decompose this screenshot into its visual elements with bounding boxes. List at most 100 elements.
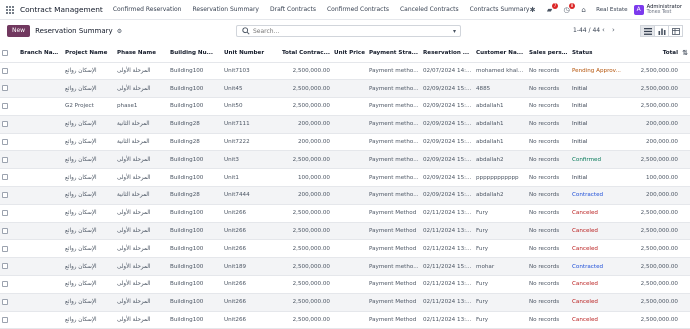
row-checkbox[interactable]	[0, 62, 18, 81]
column-header[interactable]: Total Contrac...	[279, 44, 332, 63]
search-bar: ▾	[236, 25, 461, 37]
table-row[interactable]: الإسكان روائع المرحلة الأولى Building100 Un…	[0, 293, 690, 312]
pager-next-icon[interactable]: ›	[612, 26, 615, 34]
cell-status: Initial	[570, 79, 630, 99]
table-row[interactable]: الإسكان روائع المرحلة الثانية Building28 Un…	[0, 133, 690, 152]
menu-reservation-summary[interactable]: Reservation Summary	[192, 6, 259, 13]
table-row[interactable]: G2 Project phase1 Building100 Unit50 2,500,0…	[0, 97, 690, 116]
row-checkbox[interactable]	[0, 133, 18, 152]
new-button[interactable]: New	[7, 25, 31, 37]
activity-clock-icon[interactable]: ◷ 8	[562, 2, 576, 15]
cell-phase: المرحلة الأولى	[115, 222, 168, 241]
row-checkbox[interactable]	[0, 275, 18, 294]
column-header[interactable]: Payment Stra...	[367, 44, 421, 63]
column-header[interactable]: Total	[630, 44, 680, 63]
cell-unit: Unit266	[222, 239, 279, 259]
cell-project: الإسكان روائع	[63, 222, 115, 241]
table-row[interactable]: الإسكان روائع المرحلة الأولى Building100 Un…	[0, 62, 690, 81]
table-row[interactable]: الإسكان روائع المرحلة الأولى Building100 Un…	[0, 204, 690, 223]
cell-building: Building100	[168, 62, 222, 81]
cell-branch	[18, 204, 63, 223]
row-checkbox[interactable]	[0, 79, 18, 99]
cell-reservation-date: 02/11/2024 15:...	[421, 257, 474, 277]
cell-building: Building100	[168, 257, 222, 277]
row-checkbox[interactable]	[0, 97, 18, 116]
table-row[interactable]: الإسكان روائع المرحلة الأولى Building100 Un…	[0, 222, 690, 241]
column-header[interactable]: Phase Name	[115, 44, 168, 63]
cell-total: 200,000.00	[630, 186, 680, 205]
cell-status: Canceled	[570, 311, 630, 329]
cell-customer: abdallah1	[474, 133, 527, 152]
row-checkbox[interactable]	[0, 150, 18, 170]
search-options-chevron-icon[interactable]: ▾	[453, 28, 456, 35]
table-row[interactable]: الإسكان روائع المرحلة الأولى Building100 Un…	[0, 168, 690, 188]
cell-unit: Unit7103	[222, 62, 279, 81]
column-header[interactable]: Reservation ...	[421, 44, 474, 63]
cell-phase: المرحلة الأولى	[115, 311, 168, 329]
table-row[interactable]: الإسكان روائع المرحلة الأولى Building100 Un…	[0, 257, 690, 277]
column-header[interactable]: Customer Na...	[474, 44, 527, 63]
column-header[interactable]: Unit Price	[332, 44, 367, 63]
gear-icon[interactable]: ⚙	[117, 28, 122, 35]
apps-menu-icon[interactable]	[6, 5, 14, 14]
menu-confirmed-reservation[interactable]: Confirmed Reservation	[113, 6, 182, 13]
cell-customer: mohamed khaled...	[474, 62, 527, 81]
menu-contracts-summary[interactable]: Contracts Summary	[470, 6, 530, 13]
cell-reservation-date: 02/09/2024 15:...	[421, 133, 474, 152]
table-row[interactable]: الإسكان روائع المرحلة الثانية Building28 Un…	[0, 186, 690, 205]
row-checkbox[interactable]	[0, 204, 18, 223]
column-header[interactable]: Project Name	[63, 44, 115, 63]
menu-draft-contracts[interactable]: Draft Contracts	[270, 6, 316, 13]
chat-icon[interactable]: ▰ 7	[545, 2, 559, 15]
column-header[interactable]: Building Nu...	[168, 44, 222, 63]
column-header[interactable]: Unit Number	[222, 44, 279, 63]
user-company-tag: Tonex Test	[646, 10, 672, 15]
user-menu[interactable]: Administrator Tonex Test	[647, 4, 682, 16]
row-checkbox[interactable]	[0, 222, 18, 241]
app-brand[interactable]: Contract Management	[20, 5, 103, 14]
cell-reservation-date: 02/11/2024 13:...	[421, 275, 474, 294]
company-switch-icon[interactable]: ⌂	[579, 6, 588, 15]
cell-customer: abdallah1	[474, 97, 527, 116]
cell-phase: المرحلة الأولى	[115, 62, 168, 81]
table-row[interactable]: الإسكان روائع المرحلة الأولى Building100 Un…	[0, 79, 690, 99]
pivot-view-button[interactable]	[668, 25, 683, 37]
optional-columns-toggle-icon[interactable]: ⇅	[680, 44, 690, 63]
row-checkbox[interactable]	[0, 186, 18, 205]
row-checkbox[interactable]	[0, 293, 18, 312]
row-checkbox[interactable]	[0, 115, 18, 134]
bug-icon[interactable]: ✱	[528, 6, 537, 15]
chat-badge: 7	[552, 2, 559, 9]
table-row[interactable]: الإسكان روائع المرحلة الأولى Building100 Un…	[0, 150, 690, 170]
menu-canceled-contracts[interactable]: Canceled Contracts	[400, 6, 459, 13]
cell-reservation-date: 02/09/2024 15:...	[421, 168, 474, 188]
cell-total-contract: 2,500,000.00	[279, 311, 332, 329]
row-checkbox[interactable]	[0, 257, 18, 277]
pager-value[interactable]: 1-44 / 44	[573, 27, 600, 34]
table-row[interactable]: الإسكان روائع المرحلة الأولى Building100 Un…	[0, 275, 690, 294]
search-input[interactable]	[253, 27, 443, 35]
avatar[interactable]: A	[633, 5, 644, 15]
table-row[interactable]: الإسكان روائع المرحلة الثانية Building28 Un…	[0, 115, 690, 134]
cell-reservation-date: 02/11/2024 13:...	[421, 293, 474, 312]
row-checkbox[interactable]	[0, 311, 18, 329]
company-name[interactable]: Real Estate	[596, 7, 628, 13]
row-filler	[680, 97, 690, 116]
menu-confirmed-contracts[interactable]: Confirmed Contracts	[327, 6, 389, 13]
table-row[interactable]: الإسكان روائع المرحلة الأولى Building100 Un…	[0, 311, 690, 329]
cell-total-contract: 2,500,000.00	[279, 97, 332, 116]
cell-reservation-date: 02/11/2024 13:...	[421, 222, 474, 241]
graph-view-button[interactable]	[654, 25, 669, 37]
column-header[interactable]: Sales persons	[527, 44, 570, 63]
cell-total-contract: 2,500,000.00	[279, 293, 332, 312]
cell-branch	[18, 293, 63, 312]
pager-previous-icon[interactable]: ‹	[602, 26, 605, 34]
select-all-checkbox[interactable]	[0, 44, 18, 63]
row-checkbox[interactable]	[0, 239, 18, 259]
column-header[interactable]: Branch Name	[18, 44, 63, 63]
column-header[interactable]: Status	[570, 44, 630, 63]
list-view-button[interactable]	[640, 25, 655, 37]
row-checkbox[interactable]	[0, 168, 18, 188]
cell-customer: abdallah2	[474, 150, 527, 170]
table-row[interactable]: الإسكان روائع المرحلة الأولى Building100 Un…	[0, 239, 690, 259]
